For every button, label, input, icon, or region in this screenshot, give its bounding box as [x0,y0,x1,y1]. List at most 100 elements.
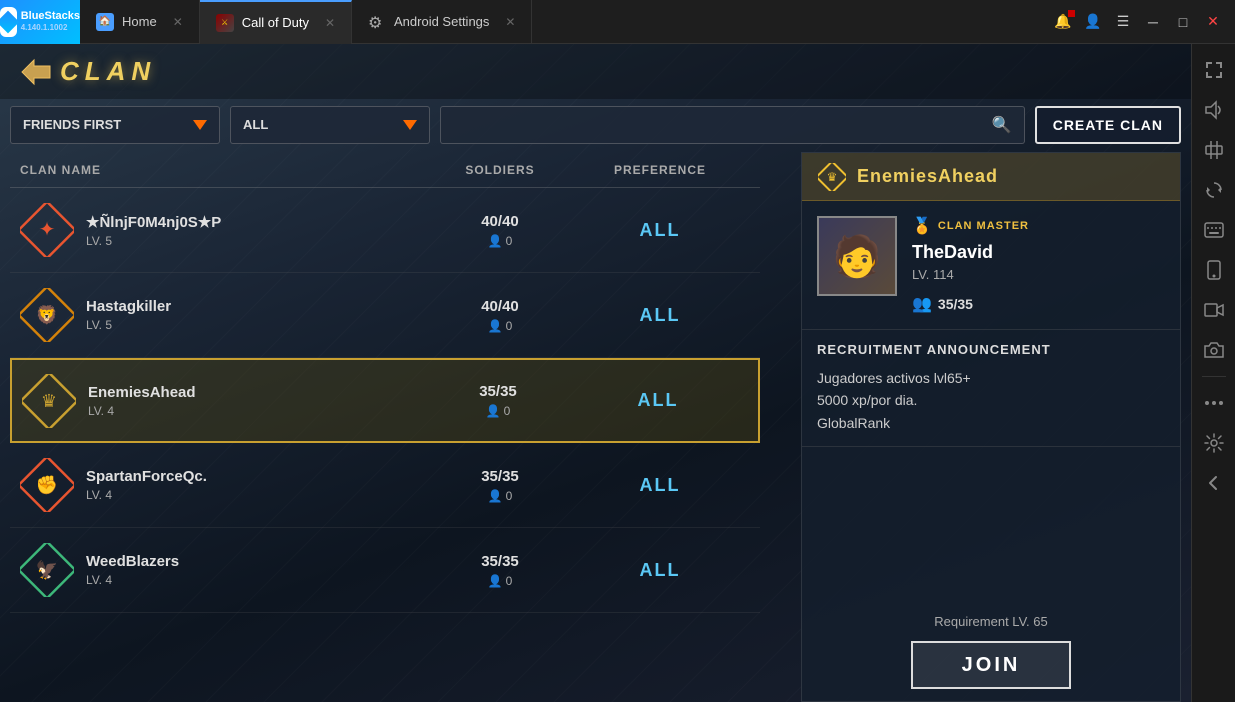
menu-button[interactable]: ☰ [1109,8,1137,36]
camera-icon [1204,341,1224,359]
master-level: LV. 114 [912,267,1165,282]
person-icon-5: 👤 [488,574,503,588]
back-tool[interactable] [1196,465,1232,501]
search-input[interactable] [453,117,984,132]
right-sidebar [1191,44,1235,702]
more-tool[interactable] [1196,385,1232,421]
soldiers-icon-row-5: 👤 0 [430,574,570,588]
filter-bar: FRIENDS FIRST ALL 🔍 CREATE CLAN [10,102,1181,147]
clan-soldiers-2: 40/40 👤 0 [430,298,570,333]
resize-tool[interactable] [1196,132,1232,168]
members-count-text: 35/35 [938,296,973,312]
clan-name-1: ★ÑlnjF0M4nj0S★P [86,213,221,231]
maximize-button[interactable]: □ [1169,8,1197,36]
sort-dropdown-label: FRIENDS FIRST [23,117,121,132]
tab-android-settings[interactable]: ⚙ Android Settings ✕ [352,0,532,44]
column-soldiers: SOLDIERS [430,163,570,177]
video-icon [1204,302,1224,318]
clan-info-4: ✊ SpartanForceQc. LV. 4 [20,458,430,512]
titlebar: BlueStacks 4.140.1.1002 🏠 Home ✕ ⚔ Call … [0,0,1235,44]
sort-dropdown-arrow [193,120,207,130]
table-row[interactable]: ✦ ★ÑlnjF0M4nj0S★P LV. 5 40/40 👤 0 ALL [10,188,760,273]
detail-master-section: 🧑 🏅 CLAN MASTER TheDavid LV. 114 👥 35/35 [802,201,1180,330]
clan-preference-4: ALL [570,475,750,496]
clan-details-1: ★ÑlnjF0M4nj0S★P LV. 5 [86,213,221,248]
clan-details-3: EnemiesAhead LV. 4 [88,384,196,418]
master-info: 🏅 CLAN MASTER TheDavid LV. 114 👥 35/35 [912,216,1165,314]
type-dropdown[interactable]: ALL [230,106,430,144]
volume-tool[interactable] [1196,92,1232,128]
more-icon [1204,400,1224,406]
tab-cod-close[interactable]: ✕ [325,16,335,30]
detail-emblem-icon: ♛ [818,163,846,191]
settings-icon [1204,433,1224,453]
keyboard-icon [1204,221,1224,239]
emblem-icon-4: ✊ [20,458,74,512]
sort-dropdown[interactable]: FRIENDS FIRST [10,106,220,144]
camera-tool[interactable] [1196,332,1232,368]
clan-details-2: Hastagkiller LV. 5 [86,298,171,332]
clan-list-header: CLAN NAME SOLDIERS PREFERENCE [10,152,760,188]
video-tool[interactable] [1196,292,1232,328]
svg-text:✊: ✊ [36,475,58,496]
phone-icon [1207,260,1221,280]
soldiers-count-3: 35/35 [428,383,568,400]
keyboard-tool[interactable] [1196,212,1232,248]
join-button[interactable]: JOIN [911,641,1071,689]
soldiers-icon-row-4: 👤 0 [430,489,570,503]
person-icon-2: 👤 [488,319,503,333]
clan-emblem-2: 🦁 [20,288,74,342]
recruitment-title: RECRUITMENT ANNOUNCEMENT [817,342,1165,357]
search-bar: 🔍 [440,106,1025,144]
close-button[interactable]: ✕ [1199,8,1227,36]
clan-list: CLAN NAME SOLDIERS PREFERENCE ✦ ★ÑlnjF0M… [10,152,760,702]
bluestacks-logo: BlueStacks 4.140.1.1002 [0,0,80,44]
clan-soldiers-5: 35/35 👤 0 [430,553,570,588]
clan-info-3: ♛ EnemiesAhead LV. 4 [22,374,428,428]
detail-header: ♛ EnemiesAhead [802,153,1180,201]
tab-android-settings-label: Android Settings [394,14,489,29]
account-button[interactable]: 👤 [1079,8,1107,36]
person-icon-4: 👤 [488,489,503,503]
svg-text:✦: ✦ [39,219,56,241]
clan-level-2: LV. 5 [86,318,171,332]
column-clan-name: CLAN NAME [20,163,430,177]
expand-icon [1204,60,1224,80]
table-row[interactable]: ✊ SpartanForceQc. LV. 4 35/35 👤 0 ALL [10,443,760,528]
tab-cod-label: Call of Duty [242,15,309,30]
emblem-icon-3: ♛ [22,374,76,428]
type-dropdown-label: ALL [243,117,268,132]
svg-text:♛: ♛ [41,391,57,411]
clan-soldiers-4: 35/35 👤 0 [430,468,570,503]
clan-soldiers-1: 40/40 👤 0 [430,213,570,248]
bs-version-text: BlueStacks 4.140.1.1002 [21,10,80,33]
tab-home-label: Home [122,14,157,29]
expand-tool[interactable] [1196,52,1232,88]
tab-home[interactable]: 🏠 Home ✕ [80,0,200,44]
cod-icon: ⚔ [216,14,234,32]
phone-tool[interactable] [1196,252,1232,288]
tab-cod[interactable]: ⚔ Call of Duty ✕ [200,0,352,44]
main-layout: CLAN FRIENDS FIRST ALL 🔍 CREATE CLAN [0,44,1235,702]
create-clan-button[interactable]: CREATE CLAN [1035,106,1181,144]
back-button[interactable] [20,58,52,86]
notification-button[interactable]: 🔔 [1049,8,1077,36]
emblem-icon-5: 🦅 [20,543,74,597]
clan-preference-3: ALL [568,390,748,411]
minimize-button[interactable]: ─ [1139,8,1167,36]
soldiers-icon-row-2: 👤 0 [430,319,570,333]
clan-emblem-1: ✦ [20,203,74,257]
table-row[interactable]: 🦁 Hastagkiller LV. 5 40/40 👤 0 ALL [10,273,760,358]
sidebar-separator [1202,376,1226,377]
soldiers-icon-row-3: 👤 0 [428,404,568,418]
table-row[interactable]: ♛ EnemiesAhead LV. 4 35/35 👤 0 ALL [10,358,760,443]
bs-logo-icon [0,7,17,37]
tab-home-close[interactable]: ✕ [173,15,183,29]
resize-icon [1204,140,1224,160]
requirement-section: Requirement LV. 65 JOIN [802,602,1180,701]
settings-tool[interactable] [1196,425,1232,461]
recruitment-section: RECRUITMENT ANNOUNCEMENT Jugadores activ… [802,330,1180,447]
rotate-tool[interactable] [1196,172,1232,208]
table-row[interactable]: 🦅 WeedBlazers LV. 4 35/35 👤 0 ALL [10,528,760,613]
tab-android-settings-close[interactable]: ✕ [505,15,515,29]
